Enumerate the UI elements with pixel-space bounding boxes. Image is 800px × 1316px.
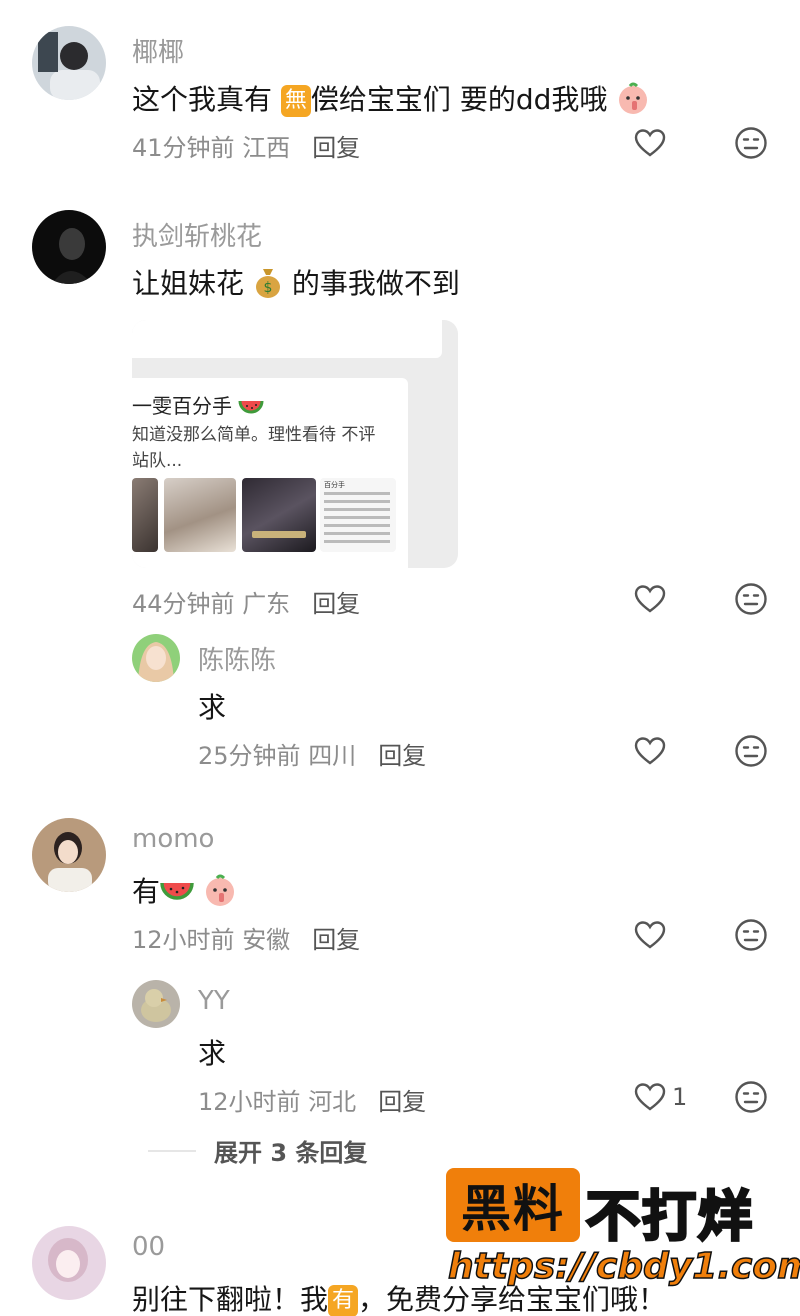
avatar[interactable]	[132, 980, 180, 1028]
avatar[interactable]	[32, 210, 106, 284]
watermelon-emoji-icon	[238, 397, 264, 424]
dislike-button[interactable]	[734, 126, 768, 160]
watermark: 黑料 不打烊 https://cbdy1.com	[446, 1168, 800, 1292]
avatar[interactable]	[32, 26, 106, 100]
neutral-face-icon	[735, 735, 767, 767]
attachment-image[interactable]: 一雯百分手 知道没那么简单。理性看待 不评 站队... 百分手	[132, 320, 458, 568]
heart-outline-icon	[634, 585, 666, 613]
svg-text:$: $	[263, 280, 272, 296]
thumb-caption	[252, 531, 306, 538]
neutral-face-icon	[735, 127, 767, 159]
reply-button[interactable]: 回复	[378, 1088, 426, 1116]
heart-outline-icon	[634, 1083, 666, 1111]
neutral-face-icon	[735, 583, 767, 615]
peach-shush-emoji-icon	[203, 873, 237, 914]
dislike-button[interactable]	[734, 1080, 768, 1114]
neutral-face-icon	[735, 1081, 767, 1113]
screenshot-card: 一雯百分手 知道没那么简单。理性看待 不评 站队... 百分手	[132, 378, 408, 568]
have-badge: 有	[328, 1285, 359, 1316]
neutral-face-icon	[735, 919, 767, 951]
comment-text: 求	[198, 691, 227, 724]
like-button[interactable]	[634, 582, 666, 616]
screenshot-title: 一雯百分手	[132, 390, 264, 424]
comment-meta: 12小时前 河北 回复	[198, 1088, 427, 1116]
thumb-image	[132, 478, 158, 552]
comment-meta: 12小时前 安徽 回复	[132, 926, 361, 954]
username[interactable]: momo	[132, 824, 214, 854]
divider	[148, 1149, 196, 1152]
reply-button[interactable]: 回复	[312, 590, 360, 618]
money-bag-emoji-icon: $	[253, 265, 283, 306]
reply-button[interactable]: 回复	[312, 926, 360, 954]
dislike-button[interactable]	[734, 918, 768, 952]
like-button[interactable]	[634, 918, 666, 952]
watermark-brand-text: 不打烊	[585, 1184, 754, 1250]
comment-text: 让姐妹花 $ 的事我做不到	[132, 262, 460, 306]
watermark-url: https://cbdy1.com	[447, 1245, 800, 1288]
avatar[interactable]	[132, 634, 180, 682]
comment-meta: 25分钟前 四川 回复	[198, 742, 427, 770]
username[interactable]: 00	[132, 1232, 165, 1262]
comment-text: 有	[132, 870, 237, 914]
heart-outline-icon	[634, 737, 666, 765]
comment-meta: 41分钟前 江西 回复	[132, 134, 361, 162]
reply-button[interactable]: 回复	[378, 742, 426, 770]
watermelon-emoji-icon	[160, 877, 194, 914]
username[interactable]: 执剑斩桃花	[132, 216, 262, 253]
free-badge: 無	[280, 85, 311, 117]
like-button[interactable]: 1	[634, 1080, 687, 1114]
comment-text: 这个我真有 無偿给宝宝们 要的dd我哦	[132, 78, 650, 122]
username[interactable]: YY	[198, 986, 230, 1016]
watermark-brand-box: 黑料	[446, 1168, 580, 1242]
screenshot-header	[132, 320, 442, 358]
avatar[interactable]	[32, 818, 106, 892]
like-button[interactable]	[634, 126, 666, 160]
thumb-image	[164, 478, 236, 552]
like-button[interactable]	[634, 734, 666, 768]
expand-replies-button[interactable]: 展开 3 条回复	[148, 1133, 367, 1168]
username[interactable]: 陈陈陈	[198, 640, 276, 677]
comment-meta: 44分钟前 广东 回复	[132, 590, 361, 618]
dislike-button[interactable]	[734, 582, 768, 616]
avatar[interactable]	[32, 1226, 106, 1300]
heart-outline-icon	[634, 129, 666, 157]
comment-text: 求	[198, 1037, 227, 1070]
thumb-text: 百分手	[320, 478, 396, 552]
like-count: 1	[672, 1083, 688, 1111]
peach-shush-emoji-icon	[616, 81, 650, 122]
thumb-image	[242, 478, 316, 552]
dislike-button[interactable]	[734, 734, 768, 768]
reply-button[interactable]: 回复	[312, 134, 360, 162]
username[interactable]: 椰椰	[132, 32, 184, 69]
screenshot-desc: 知道没那么简单。理性看待 不评 站队...	[132, 425, 376, 471]
heart-outline-icon	[634, 921, 666, 949]
